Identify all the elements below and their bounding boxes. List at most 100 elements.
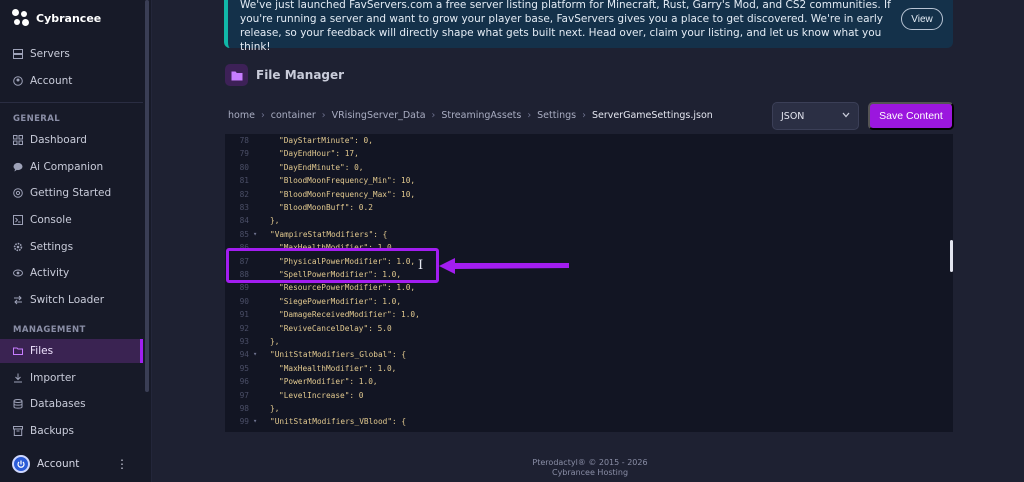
sidebar-item-databases[interactable]: Databases bbox=[0, 392, 143, 416]
page-title: File Manager bbox=[256, 68, 345, 82]
code-text: "DayEndMinute": 0, bbox=[279, 162, 364, 172]
sidebar-item-account[interactable]: Account bbox=[0, 69, 143, 93]
code-text: "UnitStatModifiers_Global": { bbox=[270, 350, 407, 360]
editor-line[interactable]: 97 "LevelIncrease": 0 bbox=[225, 389, 953, 403]
sidebar-item-dashboard[interactable]: Dashboard bbox=[0, 128, 143, 152]
editor-line[interactable]: 82 "BloodMoonFrequency_Max": 10, bbox=[225, 188, 953, 202]
code-editor[interactable]: 78 "DayStartMinute": 0, 79 "DayEndHour": 17… bbox=[225, 134, 953, 432]
code-text: "BloodMoonFrequency_Min": 10, bbox=[279, 176, 416, 186]
sidebar-item-label: Files bbox=[30, 345, 54, 357]
archive-icon bbox=[13, 426, 23, 436]
grid-icon bbox=[13, 135, 23, 145]
sidebar-item-label: Databases bbox=[30, 398, 86, 410]
editor-line[interactable]: 93}, bbox=[225, 335, 953, 349]
sidebar-item-files[interactable]: Files bbox=[0, 339, 143, 363]
chat-icon bbox=[13, 162, 23, 172]
sidebar-item-console[interactable]: Console bbox=[0, 208, 143, 232]
editor-line[interactable]: 78 "DayStartMinute": 0, bbox=[225, 134, 953, 148]
breadcrumb-item-container[interactable]: container bbox=[271, 110, 316, 121]
editor-line[interactable]: 99 ▾ "UnitStatModifiers_VBlood": { bbox=[225, 415, 953, 429]
language-select[interactable]: JSON bbox=[772, 102, 859, 130]
sidebar-scrollbar[interactable] bbox=[145, 0, 149, 392]
user-circle-icon bbox=[13, 76, 23, 86]
language-select-value: JSON bbox=[781, 110, 805, 122]
line-number: 83 bbox=[239, 203, 249, 212]
breadcrumb-item-settings[interactable]: Settings bbox=[537, 110, 576, 121]
code-text: "DamageReceivedModifier": 1.0, bbox=[279, 310, 420, 320]
line-number: 99 bbox=[239, 417, 249, 427]
editor-line[interactable]: 85 ▾ "VampireStatModifiers": { bbox=[225, 228, 953, 242]
code-text: "DayStartMinute": 0, bbox=[279, 136, 373, 145]
line-number: 94 bbox=[239, 350, 249, 360]
line-number: 98 bbox=[239, 404, 249, 413]
fold-chevron-icon[interactable]: ▾ bbox=[253, 228, 257, 242]
folder-icon bbox=[13, 346, 23, 356]
code-text: "BloodMoonBuff": 0.2 bbox=[279, 203, 373, 212]
folder-icon bbox=[225, 64, 248, 86]
sidebar-item-switch-loader[interactable]: Switch Loader bbox=[0, 288, 143, 312]
editor-line[interactable]: 81 "BloodMoonFrequency_Min": 10, bbox=[225, 174, 953, 188]
sidebar-item-importer[interactable]: Importer bbox=[0, 366, 143, 390]
code-text: "LevelIncrease": 0 bbox=[279, 390, 364, 400]
editor-line[interactable]: 80 "DayEndMinute": 0, bbox=[225, 161, 953, 175]
editor-line[interactable]: 90 "SiegePowerModifier": 1.0, bbox=[225, 295, 953, 309]
sidebar-item-label: Servers bbox=[30, 48, 70, 60]
line-number: 79 bbox=[239, 149, 249, 159]
code-text: }, bbox=[270, 216, 280, 226]
sidebar-item-label: Importer bbox=[30, 372, 76, 384]
editor-line[interactable]: 84}, bbox=[225, 214, 953, 228]
editor-line[interactable]: 89 "ResourcePowerModifier": 1.0, bbox=[225, 281, 953, 295]
save-content-button[interactable]: Save Content bbox=[868, 102, 954, 130]
code-text: "BloodMoonFrequency_Max": 10, bbox=[279, 189, 416, 199]
sidebar-divider bbox=[0, 102, 143, 103]
line-number: 91 bbox=[239, 310, 249, 320]
editor-line[interactable]: 92 "ReviveCancelDelay": 5.0 bbox=[225, 322, 953, 336]
fold-chevron-icon[interactable]: ▾ bbox=[253, 348, 257, 362]
editor-line[interactable]: 79 "DayEndHour": 17, bbox=[225, 147, 953, 161]
editor-line[interactable]: 98}, bbox=[225, 402, 953, 416]
breadcrumb-item-vrisingserver-data[interactable]: VRisingServer_Data bbox=[332, 110, 426, 121]
line-number: 95 bbox=[239, 363, 249, 373]
line-number: 80 bbox=[239, 162, 249, 172]
code-text: }, bbox=[270, 337, 280, 346]
line-number: 85 bbox=[239, 229, 249, 239]
compass-icon bbox=[13, 188, 23, 198]
annotation-arrow-icon bbox=[439, 258, 569, 274]
code-text: }, bbox=[270, 404, 280, 413]
chevron-right-icon: › bbox=[260, 110, 265, 121]
account-footer[interactable]: Account ⋮ bbox=[0, 449, 143, 479]
sidebar-item-ai-companion[interactable]: Ai Companion bbox=[0, 155, 143, 179]
editor-line[interactable]: 91 "DamageReceivedModifier": 1.0, bbox=[225, 308, 953, 322]
avatar bbox=[12, 455, 30, 473]
highlight-annotation-box bbox=[226, 248, 439, 283]
editor-line[interactable]: 83 "BloodMoonBuff": 0.2 bbox=[225, 201, 953, 215]
chevron-right-icon: › bbox=[431, 110, 436, 121]
editor-line[interactable]: 96 "PowerModifier": 1.0, bbox=[225, 375, 953, 389]
sidebar-item-activity[interactable]: Activity bbox=[0, 261, 143, 285]
editor-line[interactable]: 94 ▾ "UnitStatModifiers_Global": { bbox=[225, 348, 953, 362]
fold-chevron-icon[interactable]: ▾ bbox=[253, 415, 257, 429]
breadcrumb-item-streamingassets[interactable]: StreamingAssets bbox=[441, 110, 521, 121]
sidebar-item-getting-started[interactable]: Getting Started bbox=[0, 181, 143, 205]
banner-text: We've just launched FavServers.com a fre… bbox=[240, 0, 891, 53]
sidebar-item-servers[interactable]: Servers bbox=[0, 42, 143, 66]
sidebar-item-label: Ai Companion bbox=[30, 161, 104, 173]
more-vertical-icon[interactable]: ⋮ bbox=[116, 457, 128, 471]
editor-line[interactable]: 95 "MaxHealthModifier": 1.0, bbox=[225, 362, 953, 376]
view-button[interactable]: View bbox=[901, 8, 943, 30]
code-text: "MaxHealthModifier": 1.0, bbox=[279, 363, 397, 373]
server-icon bbox=[13, 49, 23, 59]
code-text: "SiegePowerModifier": 1.0, bbox=[279, 296, 402, 306]
breadcrumb-current-file: ServerGameSettings.json bbox=[591, 110, 713, 121]
brand[interactable]: Cybrancee bbox=[12, 9, 101, 27]
sidebar-item-label: Settings bbox=[30, 241, 74, 253]
line-number: 89 bbox=[239, 283, 249, 293]
sidebar-item-backups[interactable]: Backups bbox=[0, 419, 143, 443]
chevron-right-icon: › bbox=[527, 110, 532, 121]
breadcrumb-item-home[interactable]: home bbox=[228, 110, 255, 121]
editor-scrollbar[interactable] bbox=[950, 240, 953, 272]
editor-line[interactable]: 100 "MaxHealthModifier": 1.0, bbox=[225, 429, 953, 432]
gear-icon bbox=[13, 242, 23, 252]
cybrancee-logo-icon bbox=[12, 9, 30, 27]
sidebar-item-settings[interactable]: Settings bbox=[0, 235, 143, 259]
